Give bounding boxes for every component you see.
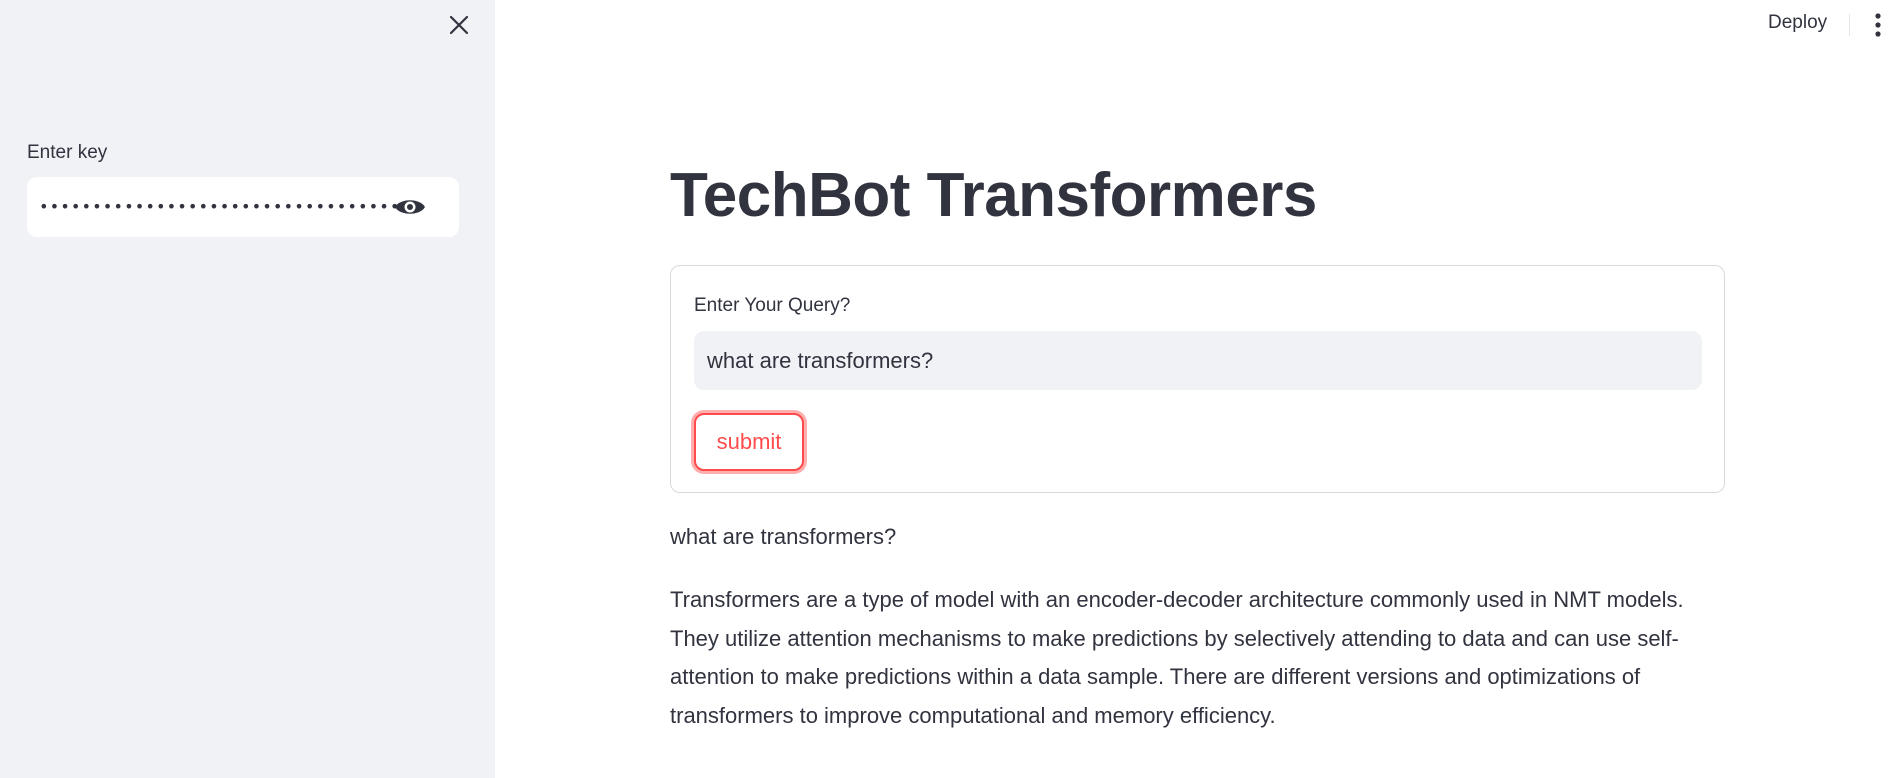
close-icon [449,15,469,35]
key-field [27,177,459,237]
query-echo: what are transformers? [670,524,897,549]
query-label: Enter Your Query? [694,295,851,316]
query-form: Enter Your Query? submit [670,265,1725,493]
eye-icon [395,200,425,214]
main-menu-button[interactable] [1870,11,1886,39]
key-label: Enter key [27,142,108,163]
query-input[interactable] [694,331,1702,390]
close-sidebar-button[interactable] [446,12,472,38]
vertical-dots-icon [1875,13,1881,37]
answer-text: Transformers are a type of model with an… [670,587,1684,728]
sidebar: Enter key [0,0,495,778]
submit-button[interactable]: submit [694,413,804,471]
key-input[interactable] [39,177,399,237]
show-password-button[interactable] [393,192,427,222]
header-divider [1849,14,1850,36]
deploy-button[interactable]: Deploy [1768,12,1827,34]
page-title: TechBot Transformers [670,161,1317,230]
